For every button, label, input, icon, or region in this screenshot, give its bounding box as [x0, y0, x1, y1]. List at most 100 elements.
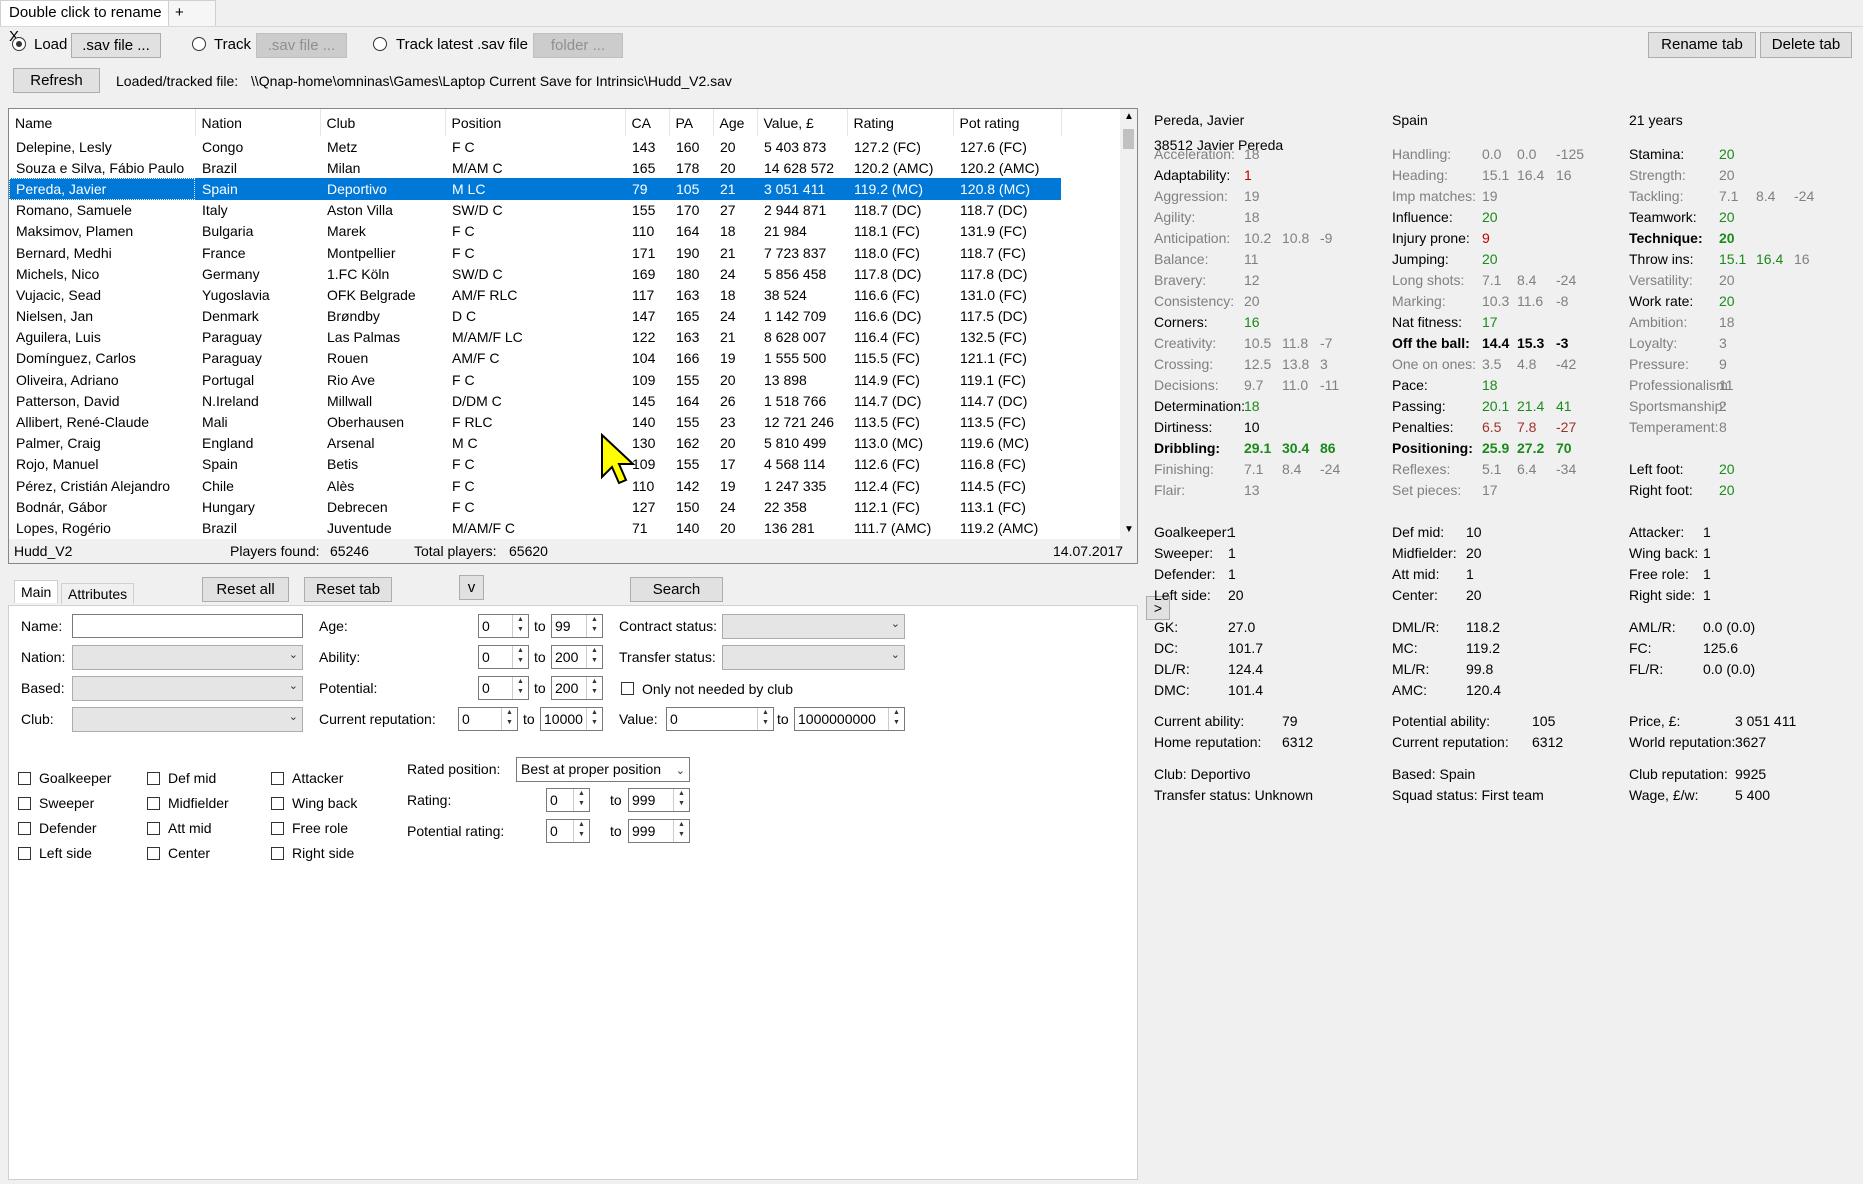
refresh-button[interactable]: Refresh [13, 68, 100, 93]
based-select[interactable]: ⌄ [72, 676, 303, 701]
spinner-icon[interactable]: ▲ ▼ [512, 615, 528, 637]
club-select[interactable]: ⌄ [72, 707, 303, 732]
age-from-input[interactable]: 0 ▲ ▼ [478, 614, 529, 638]
grid-scrollbar[interactable]: ▲ ▼ [1120, 109, 1137, 539]
column-header[interactable]: Position [445, 109, 626, 136]
table-row[interactable]: Souza e Silva, Fábio Paulo Brazil Milan M/A… [9, 157, 1061, 178]
cur-rep-from-input[interactable]: 0 ▲ ▼ [458, 707, 518, 731]
tab-attributes-filter[interactable]: Attributes [61, 583, 135, 604]
column-header[interactable]: CA [625, 109, 670, 136]
table-row[interactable]: Nielsen, Jan Denmark Brøndby D C 147 165 24 1 1… [9, 306, 1061, 327]
track-radio[interactable] [192, 37, 206, 51]
spinner-icon[interactable]: ▲ ▼ [586, 677, 602, 699]
toggle-button[interactable]: v [459, 575, 484, 600]
sav-file-button[interactable]: .sav file ... [71, 33, 161, 58]
scroll-down-icon[interactable]: ▼ [1124, 524, 1134, 535]
spinner-icon[interactable]: ▲ ▼ [573, 789, 589, 811]
spinner-icon[interactable]: ▲ ▼ [586, 615, 602, 637]
position-checkbox[interactable] [271, 797, 284, 810]
cur-rep-to-input[interactable]: 10000 ▲ ▼ [540, 707, 603, 731]
table-row[interactable]: Rojo, Manuel Spain Betis F C 109 155 17 4 568 1… [9, 454, 1061, 475]
position-checkbox[interactable] [147, 847, 160, 860]
pot-rating-from-input[interactable]: 0 ▲ ▼ [546, 819, 590, 843]
table-row[interactable]: Aguilera, Luis Paraguay Las Palmas M/AM/F L… [9, 327, 1061, 348]
add-tab-button[interactable]: + [168, 0, 216, 26]
transfer-status-select[interactable]: ⌄ [722, 645, 905, 670]
spinner-icon[interactable]: ▲ ▼ [673, 789, 689, 811]
pot-rating-to-input[interactable]: 999 ▲ ▼ [628, 819, 690, 843]
table-row[interactable]: Pereda, Javier Spain Deportivo M LC 79 105 21 3… [9, 178, 1061, 200]
position-checkbox[interactable] [271, 772, 284, 785]
name-input[interactable] [72, 614, 303, 638]
spinner-icon[interactable]: ▲ ▼ [573, 820, 589, 842]
column-header[interactable]: Club [320, 109, 446, 136]
only-not-needed-checkbox[interactable] [621, 682, 634, 695]
position-checkbox[interactable] [147, 822, 160, 835]
search-button[interactable]: Search [630, 577, 723, 602]
table-row[interactable]: Patterson, David N.Ireland Millwall D/DM C 1… [9, 390, 1061, 411]
column-header[interactable]: Value, £ [757, 109, 848, 136]
table-row[interactable]: Allibert, René-Claude Mali Oberhausen F RLC… [9, 411, 1061, 432]
potential-to-input[interactable]: 200 ▲ ▼ [551, 676, 603, 700]
ability-from-input[interactable]: 0 ▲ ▼ [478, 645, 529, 669]
table-row[interactable]: Bodnár, Gábor Hungary Debrecen F C 127 150 24 2… [9, 496, 1061, 517]
tab-main-filter[interactable]: Main [14, 580, 59, 603]
table-row[interactable]: Vujacic, Sead Yugoslavia OFK Belgrade AM/F … [9, 284, 1061, 305]
position-checkbox[interactable] [18, 847, 31, 860]
spinner-icon[interactable]: ▲ ▼ [501, 708, 517, 730]
age-to-input[interactable]: 99 ▲ ▼ [551, 614, 603, 638]
position-checkbox[interactable] [18, 797, 31, 810]
table-row[interactable]: Bernard, Medhi France Montpellier F C 171 190… [9, 242, 1061, 263]
scroll-thumb[interactable] [1123, 129, 1134, 149]
column-header[interactable]: Age [713, 109, 758, 136]
column-header[interactable]: Name [9, 109, 196, 136]
nation-select[interactable]: ⌄ [72, 645, 303, 670]
table-row[interactable]: Michels, Nico Germany 1.FC Köln SW/D C 169 18… [9, 263, 1061, 284]
value-from-input[interactable]: 0 ▲ ▼ [666, 707, 774, 731]
delete-tab-button[interactable]: Delete tab [1760, 32, 1852, 58]
track-latest-radio[interactable] [373, 37, 387, 51]
position-checkbox[interactable] [147, 797, 160, 810]
rated-position-select[interactable]: Best at proper position ⌄ [516, 757, 690, 782]
table-row[interactable]: Domínguez, Carlos Paraguay Rouen AM/F C 104 1… [9, 348, 1061, 369]
position-checkbox[interactable] [271, 822, 284, 835]
contract-status-select[interactable]: ⌄ [722, 614, 905, 639]
spinner-icon[interactable]: ▲ ▼ [673, 820, 689, 842]
reset-all-button[interactable]: Reset all [202, 577, 289, 602]
table-row[interactable]: Palmer, Craig England Arsenal M C 130 162 20 5 … [9, 433, 1061, 454]
reset-tab-button[interactable]: Reset tab [304, 577, 392, 602]
spinner-icon[interactable]: ▲ ▼ [586, 646, 602, 668]
ability-to-input[interactable]: 200 ▲ ▼ [551, 645, 603, 669]
scroll-up-icon[interactable]: ▲ [1124, 111, 1134, 122]
player-grid[interactable]: Name Nation Club Position CA PA Age Value, £ Rat… [8, 108, 1138, 540]
rating-to-input[interactable]: 999 ▲ ▼ [628, 788, 690, 812]
spinner-icon[interactable]: ▲ ▼ [512, 677, 528, 699]
table-row[interactable]: Delepine, Lesly Congo Metz F C 143 160 20 5 403… [9, 136, 1061, 157]
column-header[interactable]: Rating [847, 109, 954, 136]
position-checkbox[interactable] [271, 847, 284, 860]
value-to-input[interactable]: 1000000000 ▲ ▼ [794, 707, 905, 731]
table-row[interactable]: Lopes, Rogério Brazil Juventude M/AM/F C 71 1… [9, 517, 1061, 538]
position-checkbox[interactable] [18, 772, 31, 785]
table-row[interactable]: Pérez, Cristián Alejandro Chile Alès F C 110… [9, 475, 1061, 496]
column-header[interactable]: PA [669, 109, 714, 136]
table-row[interactable]: Romano, Samuele Italy Aston Villa SW/D C 155… [9, 200, 1061, 221]
rename-tab-button[interactable]: Rename tab [1648, 32, 1756, 58]
column-header[interactable]: Pot rating [953, 109, 1062, 136]
table-row[interactable]: Oliveira, Adriano Portugal Rio Ave F C 109 15… [9, 369, 1061, 390]
spinner-icon[interactable]: ▲ ▼ [888, 708, 904, 730]
table-row[interactable]: Maksimov, Plamen Bulgaria Marek F C 110 164 18… [9, 221, 1061, 242]
track-sav-file-button[interactable]: .sav file ... [256, 33, 347, 58]
rating-from-input[interactable]: 0 ▲ ▼ [546, 788, 590, 812]
position-checkbox[interactable] [18, 822, 31, 835]
tab-main[interactable]: Double click to rename X [0, 0, 177, 45]
spinner-icon[interactable]: ▲ ▼ [757, 708, 773, 730]
position-checkbox[interactable] [147, 772, 160, 785]
column-header[interactable]: Nation [195, 109, 321, 136]
rating-value: 124.4 [1228, 661, 1264, 677]
load-radio[interactable] [12, 37, 26, 51]
potential-from-input[interactable]: 0 ▲ ▼ [478, 676, 529, 700]
spinner-icon[interactable]: ▲ ▼ [586, 708, 602, 730]
spinner-icon[interactable]: ▲ ▼ [512, 646, 528, 668]
folder-button[interactable]: folder ... [533, 33, 623, 58]
